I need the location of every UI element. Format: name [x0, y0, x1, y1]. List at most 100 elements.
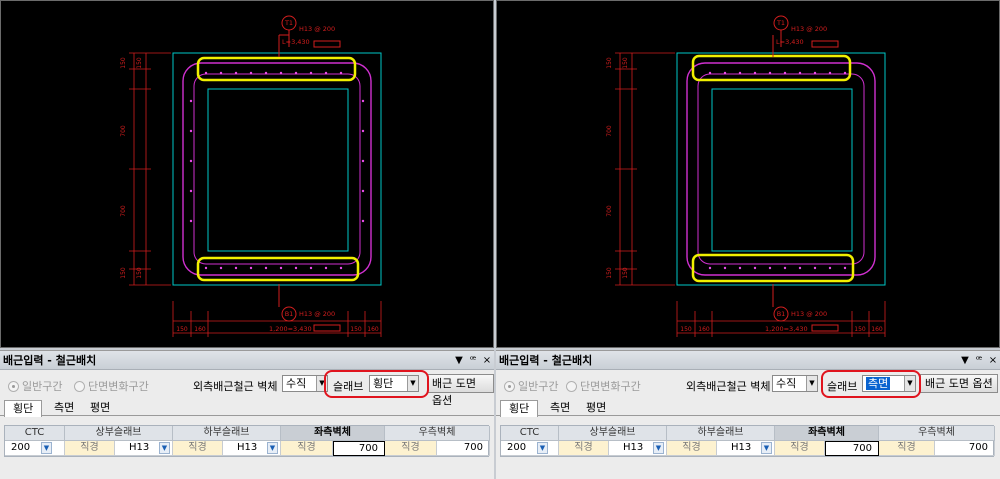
svg-text:150: 150	[136, 267, 143, 279]
outer-bar-label: 외측배근철근 벽체	[193, 380, 278, 393]
right-dia-label: 직경	[879, 441, 935, 456]
svg-text:150: 150	[622, 57, 629, 69]
grid-header-ctc: CTC	[5, 426, 65, 441]
grid-header-right-wall: 우측벽체	[879, 426, 995, 441]
chevron-down-icon[interactable]: ▼	[159, 442, 170, 454]
svg-text:150: 150	[606, 267, 613, 279]
top-dia-cell[interactable]: H13 ▼	[115, 441, 173, 456]
chevron-down-icon[interactable]: ▼	[653, 442, 664, 454]
radio-dot	[504, 380, 515, 392]
grid-header-right-wall: 우측벽체	[385, 426, 490, 441]
bottom-slab-highlight	[196, 256, 360, 282]
svg-text:150: 150	[350, 326, 362, 333]
close-icon[interactable]: ×	[986, 355, 1000, 366]
chevron-down-icon[interactable]: ▼	[267, 442, 278, 454]
top-slab-highlight	[196, 56, 357, 82]
ctc-cell[interactable]: 200 ▼	[5, 441, 65, 456]
svg-text:L=3,430: L=3,430	[282, 38, 310, 46]
right-dia-label: 직경	[385, 441, 437, 456]
rebar-input-panel-left: 배근입력 - 철근배치 ▼ ꟹ × 일반구간 단면변화구간 외측배근철근 벽체 …	[0, 350, 494, 479]
grid-header-ctc: CTC	[501, 426, 559, 441]
radio-general-section[interactable]: 일반구간	[504, 378, 558, 394]
chevron-down-icon[interactable]: ▼	[537, 442, 548, 454]
radio-dot	[8, 380, 19, 392]
svg-text:1,200=3,430: 1,200=3,430	[765, 325, 808, 333]
section-drawing-right: 150 150 700 700 150 150 150 160 150 160 …	[606, 15, 886, 337]
radio-dot	[74, 380, 85, 392]
outer-bar-combo[interactable]: 수직 ▼	[282, 375, 328, 392]
tab-plan[interactable]: 평면	[82, 400, 118, 416]
tab-plan[interactable]: 평면	[578, 400, 614, 416]
rebar-grid: CTC 상부슬래브 하부슬래브 좌측벽체 우측벽체 200 ▼ 직경 H13 ▼ 직…	[500, 425, 995, 457]
ctc-cell[interactable]: 200 ▼	[501, 441, 559, 456]
tab-side[interactable]: 측면	[46, 400, 82, 416]
cad-viewport-left[interactable]: 150 150 700 700 150 150 150 160 150 160 …	[0, 0, 494, 348]
svg-text:B1: B1	[777, 310, 786, 318]
right-wall-value[interactable]: 700	[935, 441, 995, 456]
inner-rebar	[697, 73, 865, 265]
right-wall-value[interactable]: 700	[437, 441, 490, 456]
tab-cross-section[interactable]: 횡단	[4, 400, 43, 417]
chevron-down-icon[interactable]: ▼	[41, 442, 52, 454]
left-dimension-labels: 150 150 700 700 150 150	[606, 57, 629, 279]
bar-annotations: T1 H13 @ 200 L=3,430 B1 H13 @ 200 1,200=…	[765, 19, 827, 333]
tab-strip: 횡단 측면 평면	[496, 398, 1000, 417]
radio-section-change[interactable]: 단면변화구간	[74, 378, 149, 394]
svg-text:150: 150	[136, 57, 143, 69]
svg-text:1,200=3,430: 1,200=3,430	[269, 325, 312, 333]
dropdown-icon[interactable]: ▼	[958, 355, 972, 366]
grid-header-row: CTC 상부슬래브 하부슬래브 좌측벽체 우측벽체	[5, 426, 490, 441]
svg-text:160: 160	[698, 326, 710, 333]
radio-general-section[interactable]: 일반구간	[8, 378, 62, 394]
svg-text:150: 150	[622, 267, 629, 279]
panel-title: 배근입력 - 철근배치	[3, 354, 97, 367]
left-dia-label: 직경	[775, 441, 825, 456]
tab-cross-section[interactable]: 횡단	[500, 400, 539, 417]
chevron-down-icon[interactable]: ▼	[761, 442, 772, 454]
red-highlight	[324, 370, 429, 398]
rebar-drawing-option-button[interactable]: 배근 도면 옵션	[427, 374, 494, 407]
bottom-dia-cell[interactable]: H13 ▼	[717, 441, 775, 456]
grid-header-row: CTC 상부슬래브 하부슬래브 좌측벽체 우측벽체	[501, 426, 995, 441]
chevron-down-icon[interactable]: ▼	[806, 376, 817, 391]
left-wall-value[interactable]: 700	[825, 441, 879, 456]
rebar-input-panel-right: 배근입력 - 철근배치 ▼ ꟹ × 일반구간 단면변화구간 외측배근철근 벽체 …	[496, 350, 1000, 479]
box-inner-outline	[207, 88, 349, 252]
grid-header-left-wall: 좌측벽체	[281, 426, 385, 441]
svg-text:H13 @ 200: H13 @ 200	[791, 25, 827, 33]
grid-header-top-slab: 상부슬래브	[65, 426, 173, 441]
svg-text:B1: B1	[285, 310, 294, 318]
grid-header-left-wall: 좌측벽체	[775, 426, 879, 441]
close-icon[interactable]: ×	[480, 355, 494, 366]
rebar-dots	[189, 71, 365, 270]
svg-text:150: 150	[606, 57, 613, 69]
top-dia-label: 직경	[559, 441, 609, 456]
panel-titlebar: 배근입력 - 철근배치 ▼ ꟹ ×	[496, 351, 1000, 370]
rebar-drawing-option-button[interactable]: 배근 도면 옵션	[920, 374, 998, 393]
tab-side[interactable]: 측면	[542, 400, 578, 416]
left-wall-value[interactable]: 700	[333, 441, 385, 456]
options-row: 일반구간 단면변화구간 외측배근철근 벽체 수직 ▼ 슬래브 측면 ▼ 배근 도면 …	[496, 370, 1000, 398]
section-drawing-left: 150 150 700 700 150 150 150 160 150 160 …	[120, 15, 382, 337]
dropdown-icon[interactable]: ▼	[452, 355, 466, 366]
svg-text:H13 @ 200: H13 @ 200	[791, 310, 827, 318]
top-dia-cell[interactable]: H13 ▼	[609, 441, 667, 456]
svg-text:H13 @ 200: H13 @ 200	[299, 310, 335, 318]
panel-title: 배근입력 - 철근배치	[499, 354, 593, 367]
svg-text:160: 160	[194, 326, 206, 333]
outer-bar-combo[interactable]: 수직 ▼	[772, 375, 818, 392]
svg-text:700: 700	[120, 125, 127, 137]
svg-text:700: 700	[120, 205, 127, 217]
radio-section-change[interactable]: 단면변화구간	[566, 378, 641, 394]
svg-text:150: 150	[120, 267, 127, 279]
svg-text:700: 700	[606, 125, 613, 137]
pin-icon[interactable]: ꟹ	[466, 355, 480, 366]
pin-icon[interactable]: ꟹ	[972, 355, 986, 366]
bottom-dia-cell[interactable]: H13 ▼	[223, 441, 281, 456]
top-slab-highlight	[691, 54, 852, 82]
cad-viewport-right[interactable]: 150 150 700 700 150 150 150 160 150 160 …	[496, 0, 1000, 348]
box-inner-outline	[711, 88, 853, 252]
svg-text:150: 150	[120, 57, 127, 69]
svg-text:700: 700	[606, 205, 613, 217]
radio-dot	[566, 380, 577, 392]
